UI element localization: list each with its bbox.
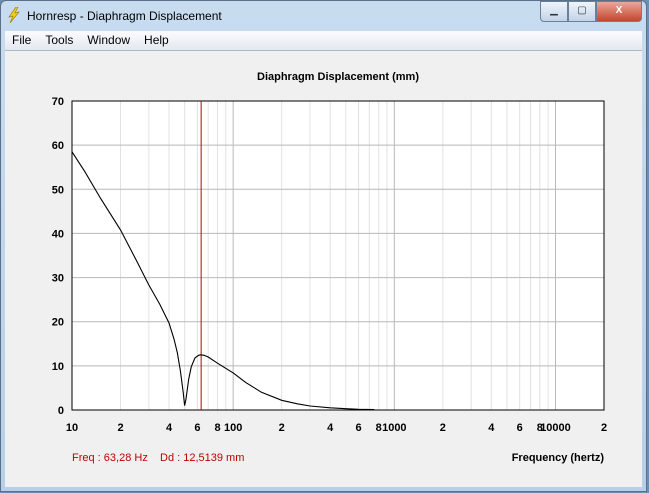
x-tick-label: 6	[194, 422, 200, 434]
x-tick-label: 8	[214, 422, 220, 434]
x-tick-label: 4	[488, 422, 495, 434]
x-tick-label: 8	[376, 422, 382, 434]
y-tick-label: 10	[52, 361, 64, 373]
displacement-chart[interactable]: 01020304050607010 2 4 6 8 100 2 4 6 8 1000 2 4 6 81000…	[0, 0, 649, 493]
y-tick-label: 40	[52, 228, 64, 240]
x-tick-label: 1000	[382, 422, 406, 434]
chart-title: Diaphragm Displacement (mm)	[257, 71, 419, 83]
x-tick-label: 6	[356, 422, 362, 434]
x-tick-label: 4	[166, 422, 173, 434]
x-tick-label: 2	[601, 422, 607, 434]
y-tick-label: 60	[52, 140, 64, 152]
y-tick-label: 30	[52, 273, 64, 285]
x-tick-label: 2	[117, 422, 123, 434]
x-tick-label: 4	[327, 422, 334, 434]
x-tick-label: 100	[224, 422, 242, 434]
frequency-readout: Freq : 63,28 Hz	[72, 452, 148, 464]
displacement-readout: Dd : 12,5139 mm	[160, 452, 244, 464]
y-tick-label: 0	[58, 405, 64, 417]
y-tick-label: 20	[52, 317, 64, 329]
x-tick-label: 10	[66, 422, 78, 434]
x-tick-label: 2	[440, 422, 446, 434]
x-tick-label: 10000	[540, 422, 571, 434]
x-tick-label: 6	[517, 422, 523, 434]
y-tick-label: 50	[52, 184, 64, 196]
plot-background	[72, 101, 604, 410]
y-tick-label: 70	[52, 96, 64, 108]
x-tick-label: 2	[279, 422, 285, 434]
x-axis-label: Frequency (hertz)	[512, 452, 605, 464]
